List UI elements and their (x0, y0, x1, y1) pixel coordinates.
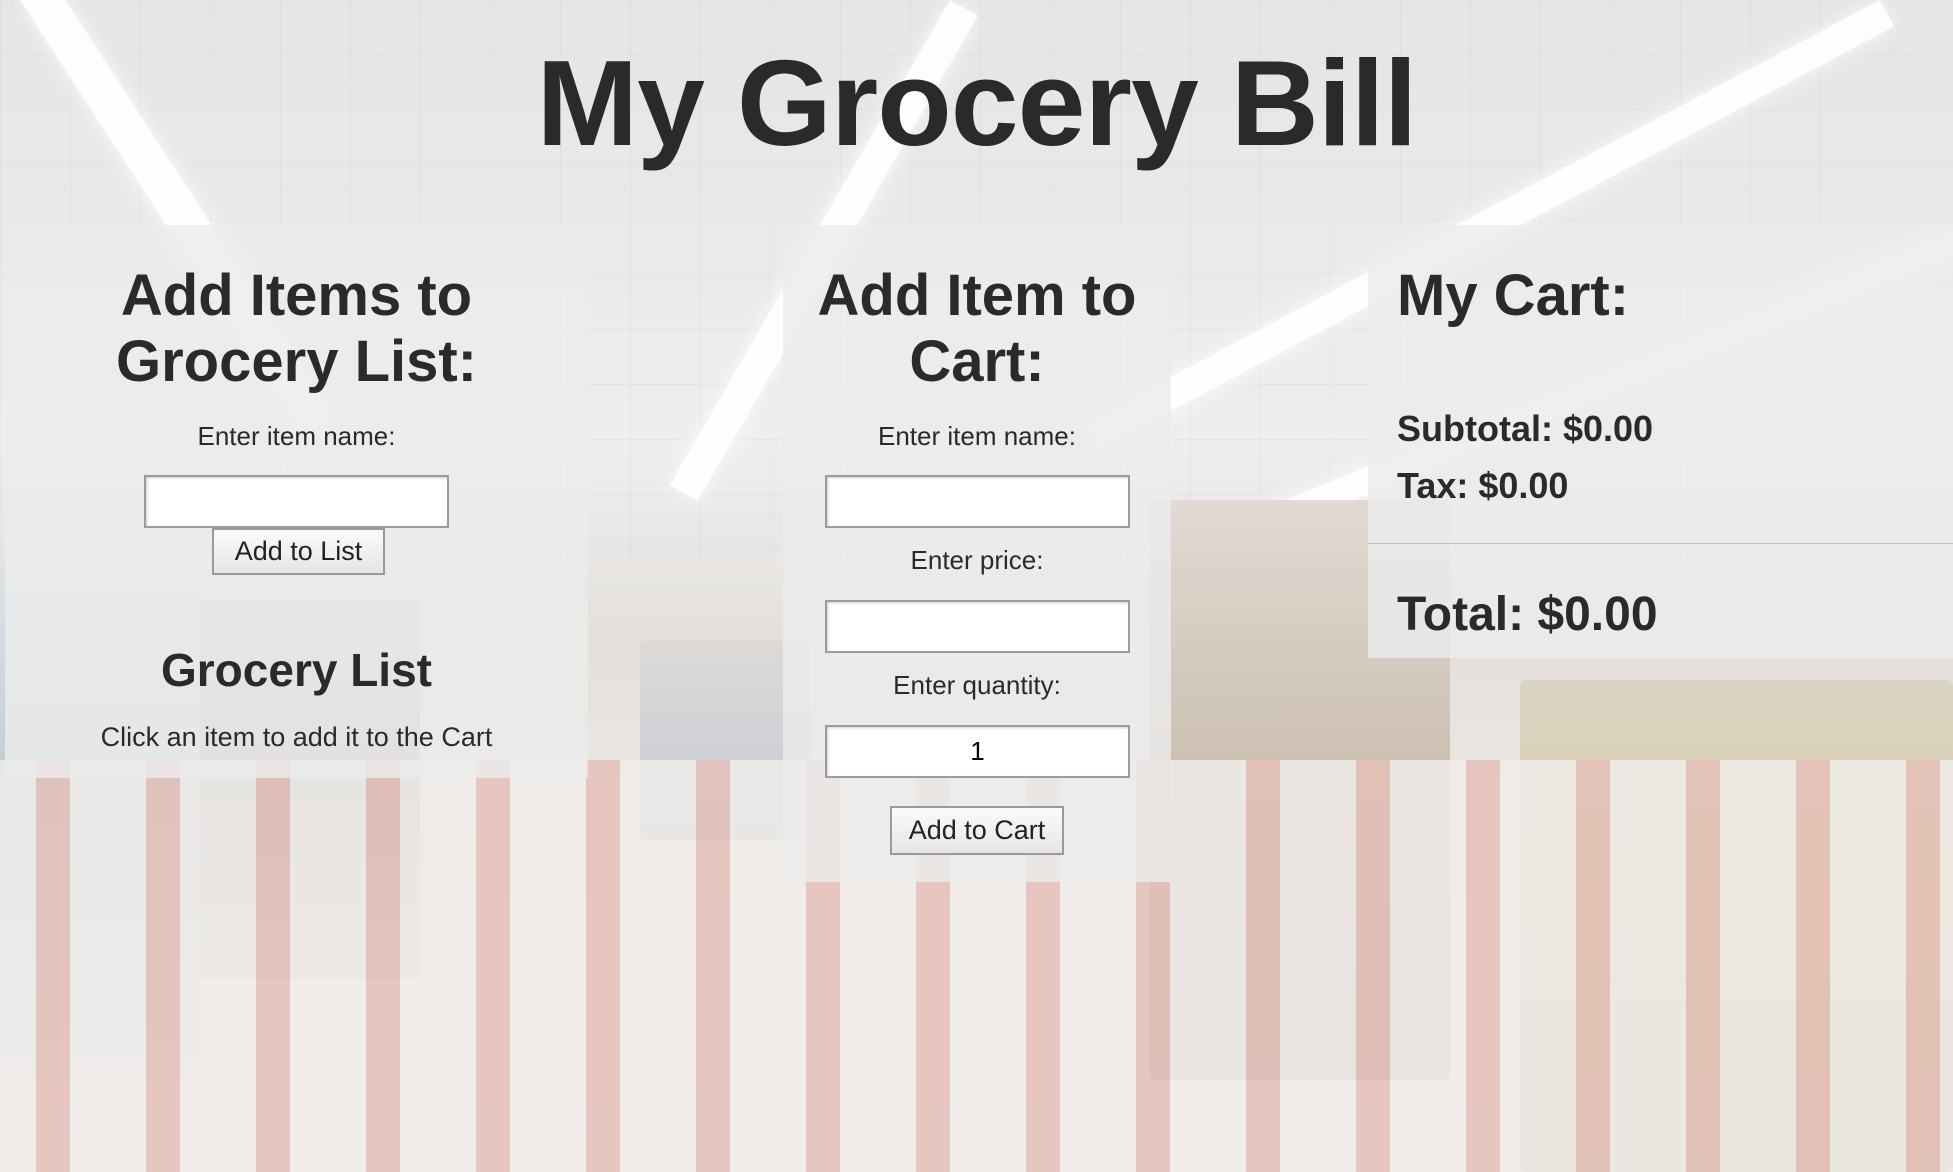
page-title: My Grocery Bill (536, 35, 1418, 171)
price-input[interactable] (825, 600, 1130, 653)
cart-panel: My Cart: Subtotal: $0.00 Tax: $0.00 Tota… (1368, 225, 1953, 658)
add-to-cart-panel-heading: Add Item to Cart: (817, 263, 1137, 394)
cart-panel-heading: My Cart: (1397, 263, 1630, 328)
quantity-input[interactable] (825, 725, 1130, 778)
add-to-cart-button[interactable]: Add to Cart (890, 806, 1064, 855)
grocery-list-panel-heading: Add Items to Grocery List: (116, 263, 477, 394)
list-item-name-label: Enter item name: (197, 421, 396, 451)
cart-item-name-label: Enter item name: (878, 421, 1076, 451)
cart-total: Total: $0.00 (1397, 588, 1658, 641)
price-label: Enter price: (910, 545, 1044, 575)
add-to-cart-panel: Add Item to Cart: Enter item name: Enter… (783, 225, 1171, 882)
grocery-list-title: Grocery List (161, 644, 432, 696)
grocery-list-panel: Add Items to Grocery List: Enter item na… (5, 225, 588, 778)
grocery-list-hint: Click an item to add it to the Cart (100, 722, 493, 752)
quantity-label: Enter quantity: (893, 670, 1061, 700)
add-to-list-button[interactable]: Add to List (212, 528, 385, 575)
cart-divider (1368, 543, 1953, 544)
cart-tax: Tax: $0.00 (1397, 465, 1569, 506)
list-item-name-input[interactable] (144, 475, 449, 528)
cart-item-name-input[interactable] (825, 475, 1130, 528)
cart-subtotal: Subtotal: $0.00 (1397, 408, 1654, 449)
